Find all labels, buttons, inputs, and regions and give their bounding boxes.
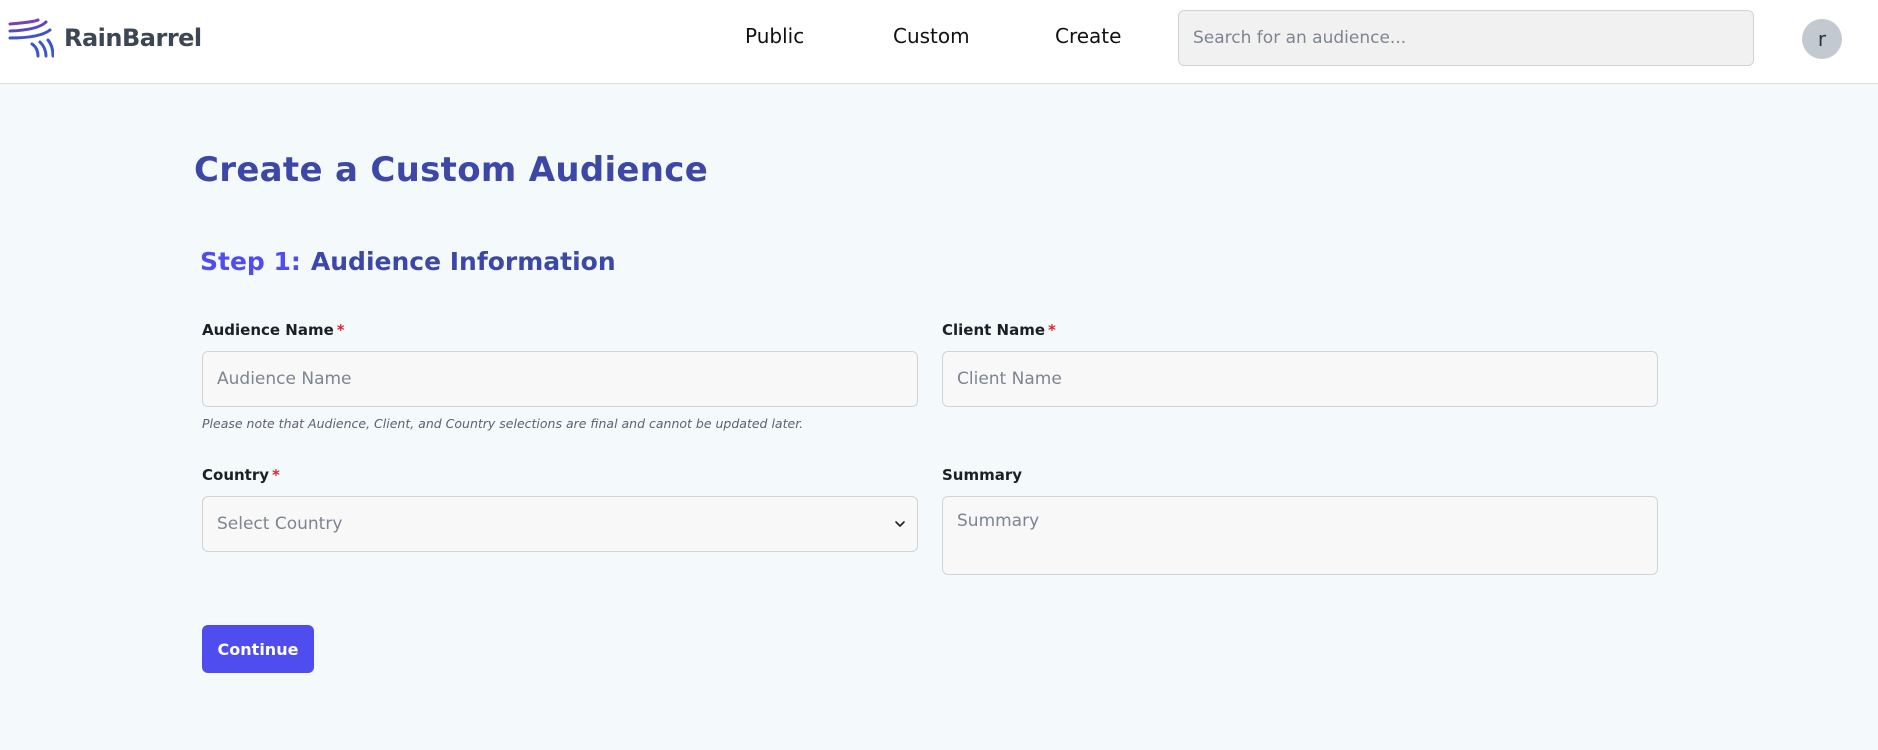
final-selection-note: Please note that Audience, Client, and C…: [202, 416, 804, 431]
required-marker: *: [272, 466, 280, 484]
summary-textarea[interactable]: [942, 496, 1658, 575]
top-navbar: RainBarrel Public Custom Create r: [0, 0, 1878, 84]
step-heading: Step 1: Audience Information: [200, 247, 616, 276]
country-select[interactable]: Select Country: [202, 496, 918, 552]
country-label: Country *: [202, 466, 280, 484]
client-name-label: Client Name *: [942, 321, 1056, 339]
audience-name-input[interactable]: [202, 351, 918, 407]
audience-name-label-text: Audience Name: [202, 321, 334, 339]
page-title: Create a Custom Audience: [194, 150, 709, 190]
client-name-label-text: Client Name: [942, 321, 1046, 339]
summary-label: Summary: [942, 466, 1022, 484]
country-select-value: Select Country: [217, 514, 343, 534]
nav-create[interactable]: Create: [1055, 24, 1121, 48]
nav-public[interactable]: Public: [745, 24, 804, 48]
search-input[interactable]: [1178, 10, 1754, 66]
audience-name-label: Audience Name *: [202, 321, 345, 339]
avatar[interactable]: r: [1802, 19, 1842, 59]
client-name-input[interactable]: [942, 351, 1658, 407]
summary-label-text: Summary: [942, 466, 1023, 484]
required-marker: *: [1048, 321, 1056, 339]
country-label-text: Country: [202, 466, 270, 484]
brand-logo[interactable]: RainBarrel: [8, 18, 202, 58]
rainbarrel-logo-icon: [8, 18, 54, 58]
continue-button[interactable]: Continue: [202, 625, 314, 673]
nav-custom[interactable]: Custom: [893, 24, 970, 48]
step-title: Audience Information: [310, 247, 616, 276]
step-number: Step 1:: [200, 247, 301, 276]
brand-name: RainBarrel: [64, 24, 202, 52]
chevron-down-icon: [895, 521, 905, 527]
required-marker: *: [336, 321, 345, 339]
